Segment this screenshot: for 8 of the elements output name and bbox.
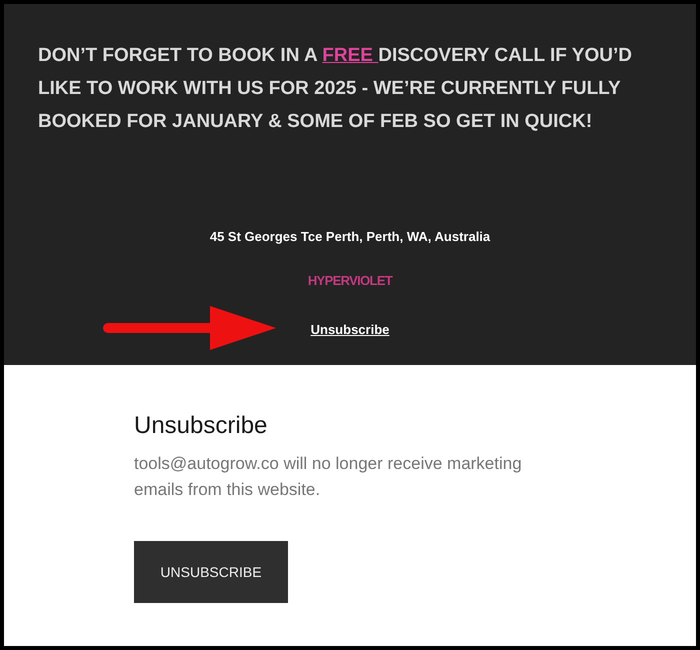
free-link[interactable]: FREE: [322, 45, 378, 66]
page-title: Unsubscribe: [134, 411, 268, 441]
headline-text: DON’T FORGET TO BOOK IN A FREE DISCOVERY CALL IF YOU’D LIKE TO WORK WITH US FOR 2025 - WE’RE CURRENTLY FULLY BOOKED FOR JANUARY & SOME OF FEB SO GET IN QUICK!: [37, 44, 633, 134]
confirmation-message: tools@autogrow.co will no longer receive marketing emails from this website.: [134, 453, 523, 501]
brand-logo: HYPERVIOLET: [308, 272, 392, 290]
unsubscribe-link[interactable]: Unsubscribe: [310, 322, 390, 337]
unsubscribe-button[interactable]: UNSUBSCRIBE: [134, 541, 288, 603]
address-text: 45 St Georges Tce Perth, Perth, WA, Australia: [210, 228, 490, 246]
